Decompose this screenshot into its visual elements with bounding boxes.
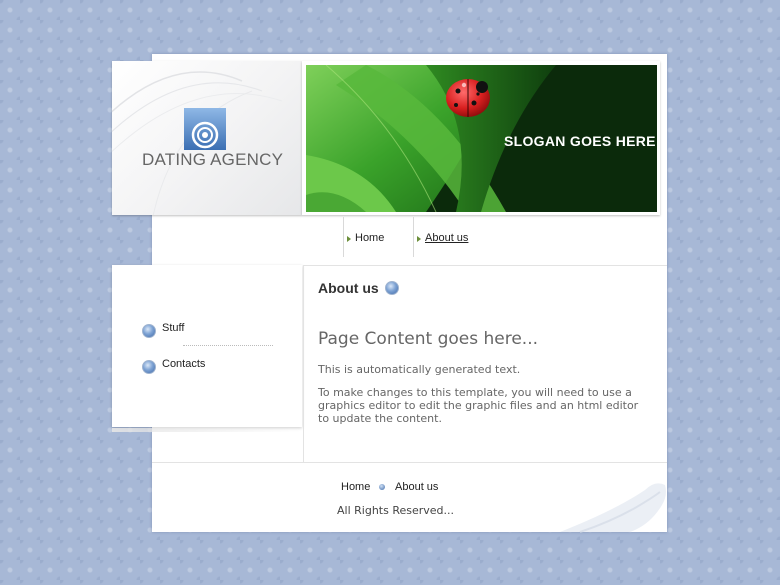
logo-text: DATING AGENCY <box>142 150 284 169</box>
arrow-right-icon <box>347 236 351 242</box>
main-content: About us Page Content goes here... This … <box>318 280 648 425</box>
bullet-icon <box>142 323 156 338</box>
bullet-icon <box>142 359 156 374</box>
paragraph: This is automatically generated text. <box>318 363 521 376</box>
sidebar-item-label: Contacts <box>162 358 206 370</box>
banner-image: SLOGAN GOES HERE <box>306 65 657 212</box>
nav-link-home[interactable]: Home <box>355 232 384 244</box>
copyright-text: All Rights Reserved... <box>337 504 455 517</box>
content-divider <box>304 265 667 266</box>
footer-link-home[interactable]: Home <box>341 481 370 493</box>
page-heading: Page Content goes here... <box>318 329 539 349</box>
nav-item-about[interactable]: About us <box>413 217 468 257</box>
footer-link-about[interactable]: About us <box>395 481 438 493</box>
paragraph: To make changes to this template, you wi… <box>318 386 639 425</box>
ladybug-illustration <box>446 79 490 117</box>
footer-divider <box>152 462 667 463</box>
sidebar-item-stuff[interactable]: Stuff <box>142 320 282 340</box>
bullet-icon <box>384 281 399 295</box>
nav-link-about[interactable]: About us <box>425 232 468 244</box>
sidebar-shadow <box>112 428 302 432</box>
bullet-icon <box>379 484 385 490</box>
logo-panel: DATING AGENCY <box>112 61 302 215</box>
section-title: About us <box>318 280 648 296</box>
header-banner: SLOGAN GOES HERE <box>302 61 660 215</box>
column-divider <box>303 265 304 463</box>
decorative-splash <box>560 483 666 533</box>
logo-ring-icon <box>184 108 226 150</box>
sidebar-item-label: Stuff <box>162 322 185 334</box>
banner-slogan: SLOGAN GOES HERE <box>504 133 656 149</box>
nav-item-home[interactable]: Home <box>343 217 384 257</box>
arrow-right-icon <box>417 236 421 242</box>
section-title-text: About us <box>318 280 379 296</box>
sidebar-item-contacts[interactable]: Contacts <box>142 356 282 376</box>
sidebar: Stuff Contacts <box>112 265 302 427</box>
sidebar-separator <box>183 345 273 346</box>
